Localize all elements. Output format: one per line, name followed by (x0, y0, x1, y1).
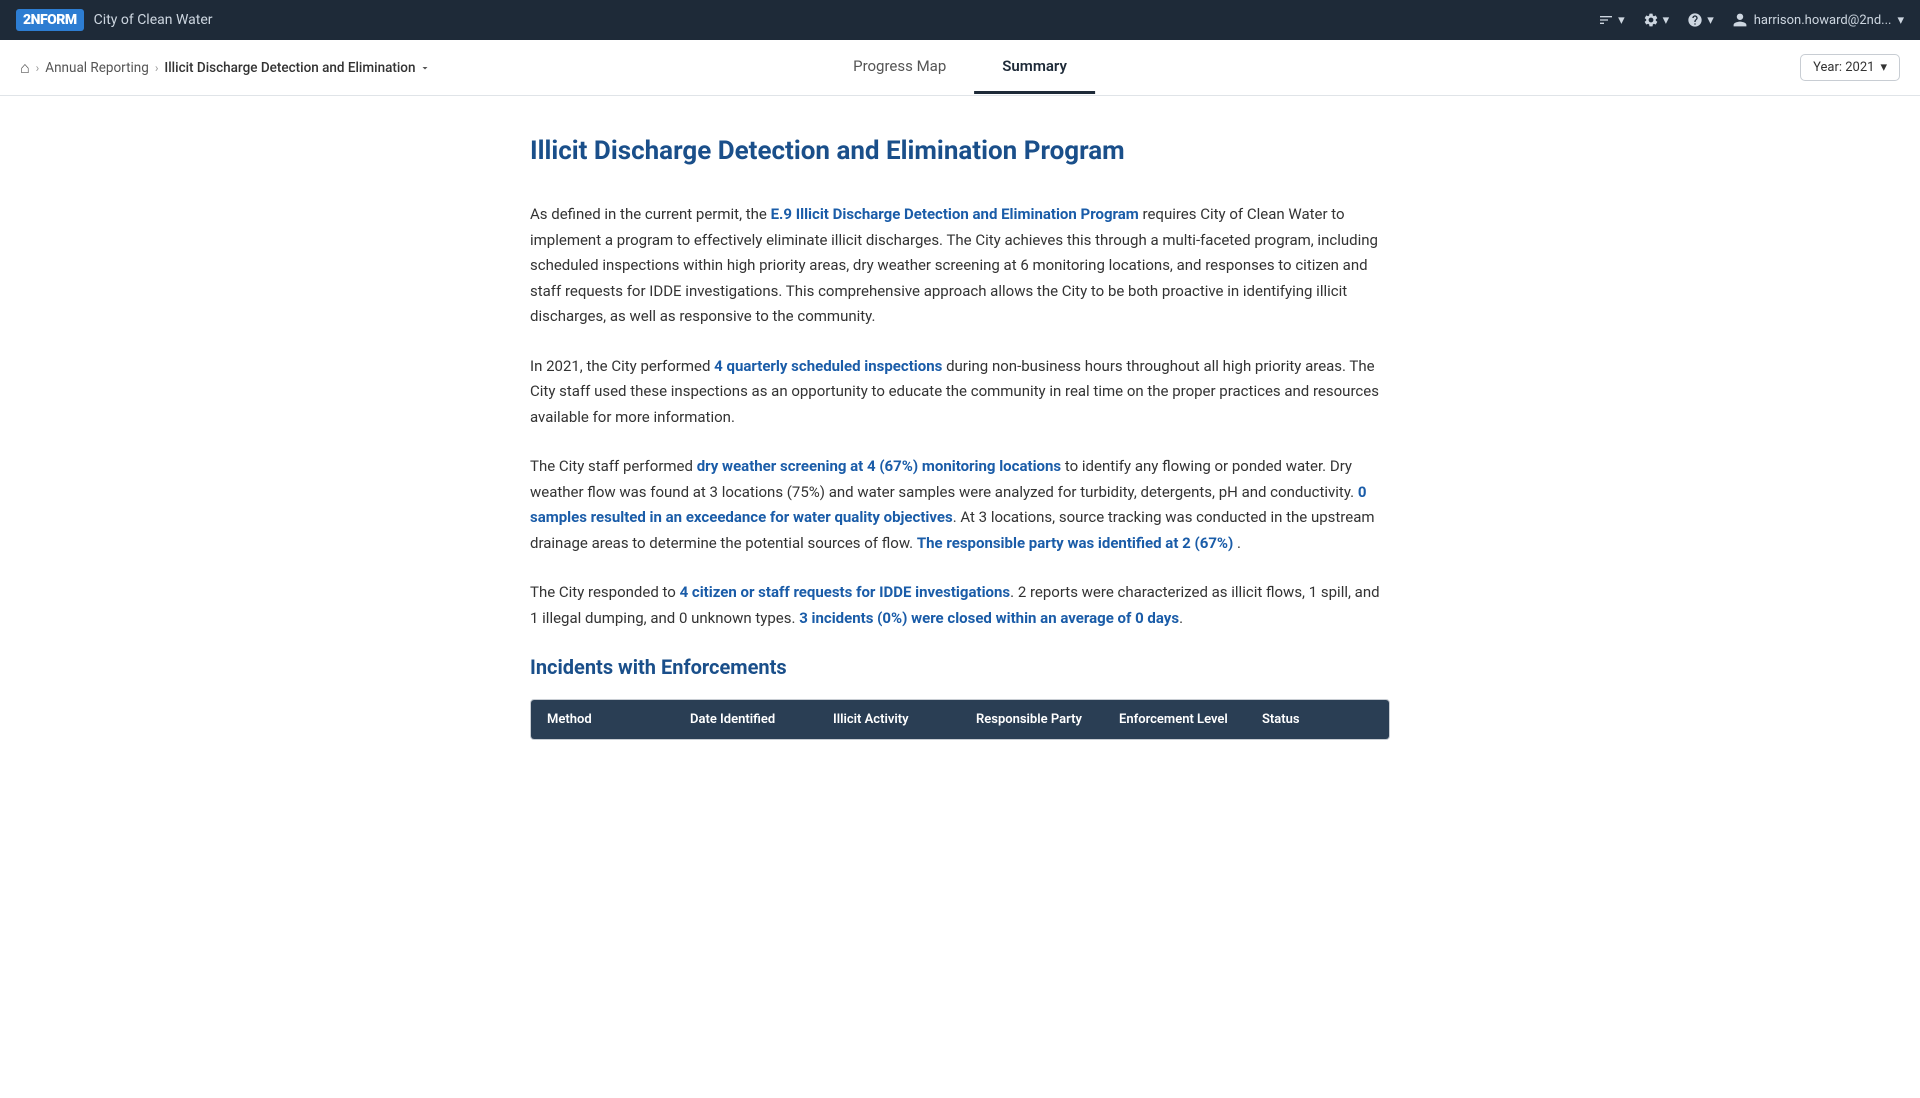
intro-plain-start: As defined in the current permit, the (530, 205, 771, 223)
dry-plain-start: The City staff performed (530, 457, 697, 475)
citizen-plain-end: . (1179, 609, 1183, 627)
nav-bar-wrapper: ⌂ › Annual Reporting › Illicit Discharge… (0, 40, 1920, 96)
user-icon (1732, 12, 1748, 28)
sort-icon (1598, 12, 1614, 28)
year-label: Year: 2021 (1813, 60, 1874, 75)
breadcrumb-sep-1: › (36, 61, 40, 75)
logo-text: 2NFORM (23, 12, 77, 28)
col-activity: Illicit Activity (817, 700, 960, 739)
logo-badge: 2NFORM (16, 9, 84, 31)
col-party: Responsible Party (960, 700, 1103, 739)
nav-bar: ⌂ › Annual Reporting › Illicit Discharge… (0, 40, 1920, 96)
help-icon (1687, 12, 1703, 28)
settings-icon (1643, 12, 1659, 28)
intro-highlight: E.9 Illicit Discharge Detection and Elim… (771, 205, 1139, 223)
col-enforcement: Enforcement Level (1103, 700, 1246, 739)
tab-summary[interactable]: Summary (974, 41, 1095, 94)
top-bar-right: ▾ ▾ ▾ harrison.howard@2nd... ▾ (1598, 12, 1904, 28)
col-status: Status (1246, 700, 1389, 739)
user-chevron: ▾ (1897, 13, 1904, 28)
sort-chevron: ▾ (1618, 13, 1625, 28)
breadcrumb-current-label: Illicit Discharge Detection and Eliminat… (164, 60, 415, 76)
col-date: Date Identified (674, 700, 817, 739)
citizen-paragraph: The City responded to 4 citizen or staff… (530, 580, 1390, 631)
tab-progress-map[interactable]: Progress Map (825, 41, 974, 94)
incidents-table: Method Date Identified Illicit Activity … (530, 699, 1390, 740)
intro-paragraph: As defined in the current permit, the E.… (530, 202, 1390, 330)
quarterly-plain-start: In 2021, the City performed (530, 357, 714, 375)
dry-plain-end2: . (1233, 534, 1241, 552)
tab-bar: Progress Map Summary (825, 41, 1095, 94)
user-label: harrison.howard@2nd... (1754, 13, 1892, 28)
incidents-heading: Incidents with Enforcements (530, 655, 1390, 679)
sort-control[interactable]: ▾ (1598, 12, 1625, 28)
user-menu[interactable]: harrison.howard@2nd... ▾ (1732, 12, 1904, 28)
top-bar: 2NFORM City of Clean Water ▾ ▾ ▾ harriso… (0, 0, 1920, 40)
col-method: Method (531, 700, 674, 739)
help-control[interactable]: ▾ (1687, 12, 1714, 28)
breadcrumb-current: Illicit Discharge Detection and Eliminat… (164, 60, 431, 76)
breadcrumb-dropdown-icon[interactable] (419, 62, 431, 74)
help-chevron: ▾ (1707, 13, 1714, 28)
app-title: City of Clean Water (94, 12, 213, 28)
home-icon[interactable]: ⌂ (20, 58, 30, 78)
citizen-plain-start: The City responded to (530, 583, 680, 601)
year-selector[interactable]: Year: 2021 ▾ (1800, 54, 1900, 81)
citizen-highlight-2: 3 incidents (0%) were closed within an a… (799, 609, 1179, 627)
dry-weather-paragraph: The City staff performed dry weather scr… (530, 454, 1390, 556)
page-title: Illicit Discharge Detection and Eliminat… (530, 136, 1390, 166)
intro-plain-end: requires City of Clean Water to implemen… (530, 205, 1378, 325)
settings-control[interactable]: ▾ (1643, 12, 1670, 28)
settings-chevron: ▾ (1663, 13, 1670, 28)
quarterly-highlight: 4 quarterly scheduled inspections (714, 357, 942, 375)
dry-highlight-3: The responsible party was identified at … (917, 534, 1233, 552)
quarterly-paragraph: In 2021, the City performed 4 quarterly … (530, 354, 1390, 431)
main-content: Illicit Discharge Detection and Eliminat… (510, 96, 1410, 800)
citizen-highlight-1: 4 citizen or staff requests for IDDE inv… (680, 583, 1011, 601)
dry-highlight-1: dry weather screening at 4 (67%) monitor… (697, 457, 1061, 475)
breadcrumb: ⌂ › Annual Reporting › Illicit Discharge… (20, 58, 431, 78)
top-bar-left: 2NFORM City of Clean Water (16, 9, 213, 31)
year-chevron: ▾ (1880, 60, 1887, 75)
breadcrumb-sep-2: › (155, 61, 159, 75)
table-header: Method Date Identified Illicit Activity … (531, 700, 1389, 739)
breadcrumb-annual-reporting[interactable]: Annual Reporting (45, 60, 149, 76)
